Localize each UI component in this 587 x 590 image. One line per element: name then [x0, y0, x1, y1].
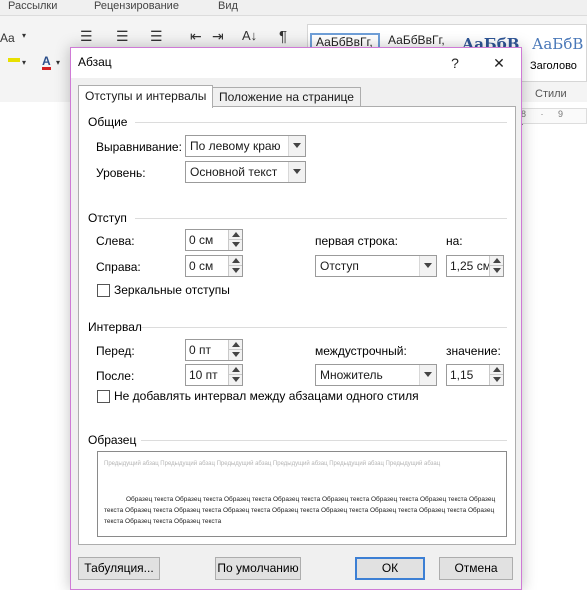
help-button[interactable]: ? — [441, 51, 469, 75]
before-label: Перед: — [96, 344, 135, 358]
line-spacing-label: междустрочный: — [315, 344, 407, 358]
close-button[interactable]: ✕ — [485, 51, 513, 75]
style-caption: Заголово — [530, 60, 577, 72]
first-line-label: первая строка: — [315, 234, 398, 248]
style-tile-heading-2[interactable]: АаБбВ — [528, 35, 586, 79]
chevron-down-icon[interactable] — [288, 136, 305, 156]
ribbon-menu-bar: Рассылки Рецензирование Вид — [0, 0, 587, 16]
decrease-indent-icon[interactable]: ⇤ — [190, 28, 202, 45]
spin-up-icon[interactable] — [489, 256, 503, 266]
by-label: на: — [446, 234, 463, 248]
spin-down-icon[interactable] — [228, 266, 242, 276]
multilevel-list-icon[interactable]: ☰ — [150, 28, 163, 45]
numbered-list-icon[interactable]: ☰ — [116, 28, 129, 45]
increase-indent-icon[interactable]: ⇥ — [212, 28, 224, 45]
spin-down-icon[interactable] — [228, 375, 242, 385]
tab-panel: Общие Выравнивание: По левому краю Урове… — [78, 106, 516, 545]
bullet-list-icon[interactable]: ☰ — [80, 28, 93, 45]
highlight-color-icon[interactable] — [8, 58, 20, 62]
level-select[interactable]: Основной текст — [185, 161, 306, 183]
spin-up-icon[interactable] — [228, 256, 242, 266]
space-after-spinner[interactable]: 10 пт — [185, 364, 243, 386]
alignment-select[interactable]: По левому краю — [185, 135, 306, 157]
mirror-indents-label[interactable]: Зеркальные отступы — [114, 283, 230, 297]
space-after-value: 10 пт — [189, 368, 218, 382]
menu-review[interactable]: Рецензирование — [94, 0, 179, 12]
no-space-same-style-label[interactable]: Не добавлять интервал между абзацами одн… — [114, 389, 419, 403]
line-spacing-select[interactable]: Множитель — [315, 364, 437, 386]
spin-up-icon[interactable] — [228, 365, 242, 375]
general-heading: Общие — [88, 115, 128, 129]
change-case-icon[interactable]: Aa — [0, 31, 15, 45]
after-label: После: — [96, 369, 135, 383]
style-preview: АаБбВвГг, — [388, 33, 445, 47]
tab-indents-spacing[interactable]: Отступы и интервалы — [78, 85, 214, 108]
chevron-down-icon[interactable] — [288, 162, 305, 182]
paragraph-dialog: Абзац ? ✕ Отступы и интервалы Положение … — [70, 47, 522, 590]
preview-sample-text: Образец текста Образец текста Образец те… — [104, 496, 496, 525]
set-default-button[interactable]: По умолчанию — [215, 557, 301, 580]
spin-down-icon[interactable] — [489, 375, 503, 385]
at-label: значение: — [446, 344, 501, 358]
spin-up-icon[interactable] — [228, 340, 242, 350]
space-before-value: 0 пт — [189, 343, 212, 357]
spin-up-icon[interactable] — [228, 230, 242, 240]
chevron-down-icon[interactable]: ▾ — [22, 31, 26, 40]
right-indent-label: Справа: — [96, 260, 141, 274]
line-spacing-at-value: 1,15 — [450, 368, 474, 382]
alignment-label: Выравнивание: — [96, 140, 182, 154]
divider — [135, 122, 507, 123]
first-line-select[interactable]: Отступ — [315, 255, 437, 277]
mirror-indents-checkbox[interactable] — [97, 284, 110, 297]
ruler: 8 · 9 · — [518, 108, 587, 129]
menu-view[interactable]: Вид — [218, 0, 238, 12]
indent-heading: Отступ — [88, 211, 127, 225]
right-indent-value: 0 см — [189, 259, 214, 273]
pilcrow-icon[interactable]: ¶ — [279, 28, 287, 45]
left-indent-label: Слева: — [96, 234, 135, 248]
spin-up-icon[interactable] — [489, 365, 503, 375]
chevron-down-icon[interactable] — [419, 365, 436, 385]
sample-heading: Образец — [88, 433, 137, 447]
divider — [141, 440, 507, 441]
left-indent-value: 0 см — [189, 233, 214, 247]
tabs-button[interactable]: Табуляция... — [78, 557, 160, 580]
ok-button[interactable]: ОК — [355, 557, 425, 580]
right-indent-spinner[interactable]: 0 см — [185, 255, 243, 277]
space-before-spinner[interactable]: 0 пт — [185, 339, 243, 361]
alignment-value: По левому краю — [190, 139, 281, 153]
no-space-same-style-checkbox[interactable] — [97, 390, 110, 403]
chevron-down-icon[interactable] — [419, 256, 436, 276]
tab-line-page-breaks[interactable]: Положение на странице — [212, 87, 361, 107]
left-indent-spinner[interactable]: 0 см — [185, 229, 243, 251]
chevron-down-icon[interactable]: ▾ — [22, 58, 26, 67]
dialog-title: Абзац — [78, 55, 112, 69]
menu-mailings[interactable]: Рассылки — [8, 0, 57, 12]
divider — [141, 327, 507, 328]
spacing-heading: Интервал — [88, 320, 142, 334]
spin-down-icon[interactable] — [228, 350, 242, 360]
first-line-value: Отступ — [320, 259, 359, 273]
cancel-button[interactable]: Отмена — [439, 557, 513, 580]
level-label: Уровень: — [96, 166, 146, 180]
line-spacing-at-spinner[interactable]: 1,15 — [446, 364, 504, 386]
chevron-down-icon[interactable]: ▾ — [56, 58, 60, 67]
paragraph-preview: Предыдущий абзац Предыдущий абзац Предыд… — [97, 451, 507, 537]
dialog-titlebar: Абзац ? ✕ — [71, 48, 521, 78]
spin-down-icon[interactable] — [489, 266, 503, 276]
style-preview: АаБбВ — [532, 35, 584, 53]
preview-previous-paragraph: Предыдущий абзац Предыдущий абзац Предыд… — [104, 461, 441, 467]
styles-group-label: Стили — [535, 88, 567, 100]
first-line-by-spinner[interactable]: 1,25 см — [446, 255, 504, 277]
first-line-by-value: 1,25 см — [450, 259, 491, 273]
divider — [135, 218, 507, 219]
level-value: Основной текст — [190, 165, 278, 179]
font-color-icon[interactable]: A — [42, 55, 51, 70]
sort-icon[interactable]: A↓ — [242, 28, 257, 43]
spin-down-icon[interactable] — [228, 240, 242, 250]
line-spacing-value: Множитель — [320, 368, 383, 382]
